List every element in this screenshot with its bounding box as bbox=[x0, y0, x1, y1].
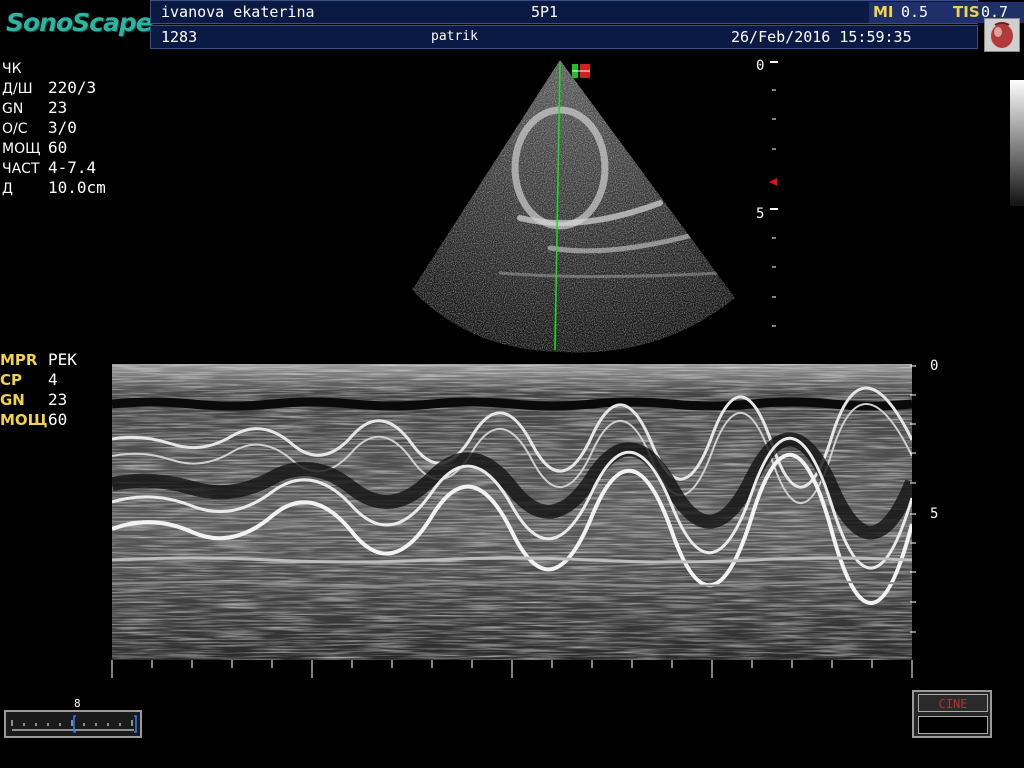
param-label: ЧАСТ bbox=[2, 161, 40, 177]
bmode-params: ЧК Д/Ш 220/3 GN 23 О/С 3/0 МОЩ 60 ЧАСТ 4-7.4 … bbox=[2, 58, 142, 200]
param-row: Д/Ш 220/3 bbox=[2, 78, 96, 99]
param-value: 60 bbox=[48, 410, 68, 429]
header-row-patient: ivanova ekaterina 5P1 MI 0.5 TIS 0.7 bbox=[150, 0, 1024, 24]
probe-name: 5P1 bbox=[531, 3, 559, 21]
mscale-label-5: 5 bbox=[930, 506, 939, 522]
param-label: ЧК bbox=[2, 61, 22, 77]
param-label: МОЩ bbox=[2, 141, 41, 157]
date-time: 26/Feb/2016 15:59:35 bbox=[731, 28, 912, 46]
param-label: О/С bbox=[2, 121, 28, 137]
bmode-sector-image[interactable] bbox=[400, 58, 740, 358]
cine-progress-bar[interactable] bbox=[918, 716, 988, 734]
param-row: CP 4 bbox=[0, 370, 58, 390]
heart-icon bbox=[991, 22, 1013, 48]
cardiac-preset-button[interactable] bbox=[984, 18, 1020, 52]
bscale-label-0: 0 bbox=[756, 58, 765, 74]
exam-label: patrik bbox=[431, 29, 478, 44]
cine-control[interactable]: CINE bbox=[912, 690, 992, 738]
header-row-exam: 1283 patrik 26/Feb/2016 15:59:35 bbox=[150, 25, 978, 49]
mmode-params: MPR РЕК CP 4 GN 23 МОЩ 60 bbox=[0, 350, 110, 432]
param-row: ЧАСТ 4-7.4 bbox=[2, 158, 96, 179]
param-row: GN 23 bbox=[2, 98, 67, 119]
param-label: GN bbox=[0, 391, 25, 409]
tgc-slider-panel[interactable] bbox=[4, 710, 142, 738]
patient-name: ivanova ekaterina bbox=[161, 3, 315, 21]
tis-label: TIS bbox=[953, 3, 980, 21]
sonoscape-logo: SonoScape bbox=[6, 8, 153, 37]
mi-label: MI bbox=[873, 3, 894, 21]
param-value: 23 bbox=[48, 98, 68, 117]
param-label: GN bbox=[2, 101, 24, 117]
param-row: МОЩ 60 bbox=[0, 410, 67, 430]
focus-marker-icon bbox=[769, 178, 777, 186]
grayscale-bar bbox=[1010, 80, 1024, 206]
param-value: 4 bbox=[48, 370, 58, 389]
param-row: Д 10.0cm bbox=[2, 178, 106, 199]
param-row: О/С 3/0 bbox=[2, 118, 77, 139]
mmode-depth-scale: 0 5 bbox=[908, 358, 958, 658]
param-value: 10.0cm bbox=[48, 178, 106, 197]
param-label: MPR bbox=[0, 351, 38, 369]
bscale-label-5: 5 bbox=[756, 206, 765, 222]
mmode-trace-image[interactable] bbox=[110, 364, 919, 660]
param-value: РЕК bbox=[48, 350, 77, 369]
param-value: 3/0 bbox=[48, 118, 77, 137]
param-value: 23 bbox=[48, 390, 68, 409]
param-value: 60 bbox=[48, 138, 68, 157]
mscale-label-0: 0 bbox=[930, 358, 939, 374]
param-label: Д bbox=[2, 181, 13, 197]
param-label: МОЩ bbox=[0, 411, 48, 429]
param-row: GN 23 bbox=[0, 390, 67, 410]
param-value: 220/3 bbox=[48, 78, 97, 97]
param-row: МОЩ 60 bbox=[2, 138, 67, 159]
param-row: ЧК bbox=[2, 58, 22, 79]
bmode-depth-scale: 0 5 bbox=[752, 58, 792, 338]
param-value: 4-7.4 bbox=[48, 158, 97, 177]
patient-id: 1283 bbox=[161, 28, 198, 46]
cine-button[interactable]: CINE bbox=[918, 694, 988, 712]
param-label: CP bbox=[0, 371, 23, 389]
tgc-value-label: 8 bbox=[74, 697, 81, 710]
mmode-time-axis bbox=[108, 658, 918, 684]
mi-value: 0.5 bbox=[901, 3, 929, 21]
probe-orientation-marker bbox=[572, 64, 590, 78]
param-label: Д/Ш bbox=[2, 81, 33, 97]
param-row: MPR РЕК bbox=[0, 350, 77, 370]
